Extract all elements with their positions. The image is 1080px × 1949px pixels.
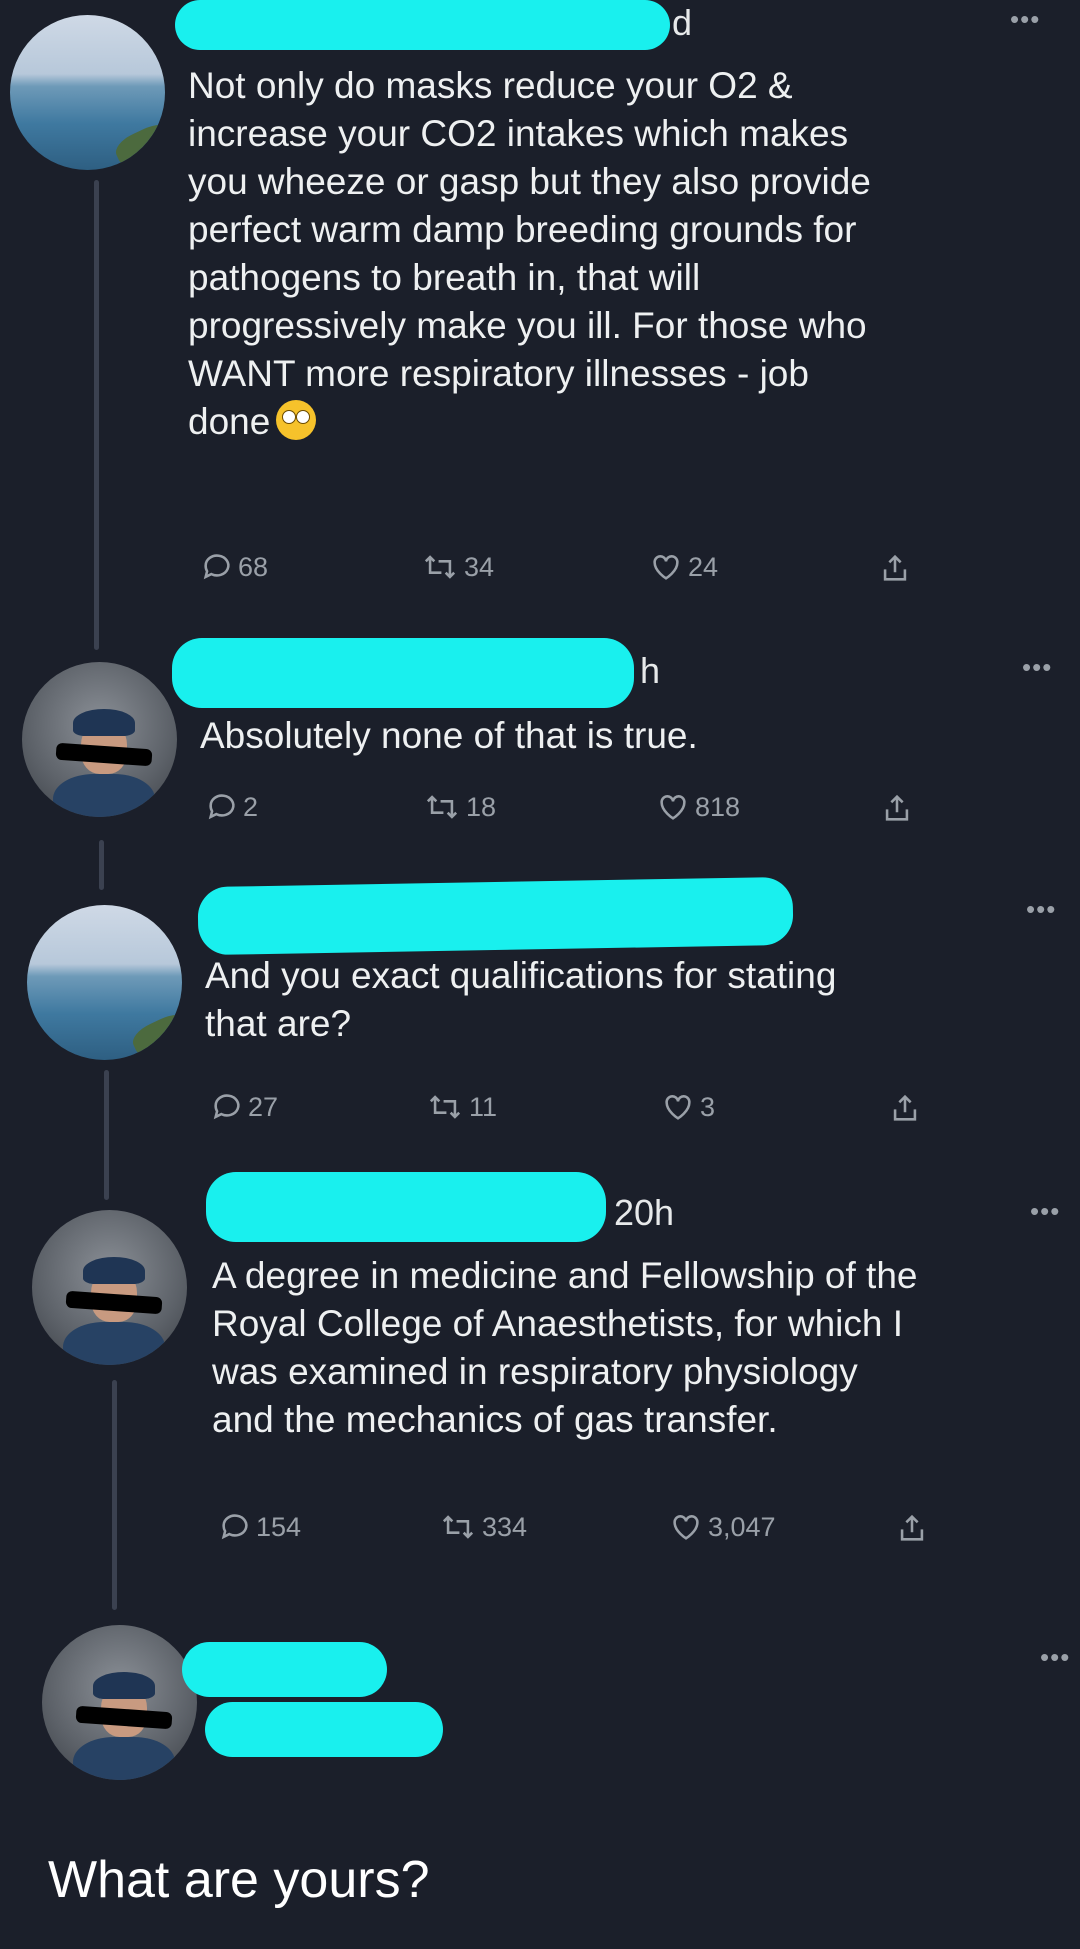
caption-text: What are yours? — [48, 1851, 430, 1909]
like-button[interactable]: 3 — [660, 1090, 715, 1124]
reply-button[interactable]: 154 — [218, 1510, 301, 1544]
retweet-icon — [429, 1095, 461, 1119]
avatar[interactable] — [32, 1210, 187, 1365]
redacted-eyes — [65, 1290, 163, 1315]
retweet-button[interactable]: 18 — [422, 790, 496, 824]
like-button[interactable]: 818 — [655, 790, 740, 824]
retweet-count: 11 — [469, 1091, 498, 1122]
share-button[interactable] — [880, 790, 918, 826]
retweet-count: 34 — [464, 551, 495, 582]
tweet-text: And you exact qualifications for stating… — [205, 955, 837, 1044]
more-options-icon[interactable]: ••• — [1040, 1642, 1070, 1673]
more-options-icon[interactable]: ••• — [1010, 4, 1040, 35]
retweet-button[interactable]: 34 — [420, 550, 494, 584]
reply-icon — [221, 1514, 248, 1540]
tweet-text: A degree in medicine and Fellowship of t… — [212, 1255, 918, 1440]
reply-count: 27 — [248, 1091, 279, 1122]
redacted-eyes — [55, 742, 153, 767]
retweet-icon — [426, 795, 458, 819]
reply-count: 68 — [238, 551, 269, 582]
share-icon — [893, 1094, 917, 1121]
retweet-count: 18 — [466, 791, 497, 822]
reply-count: 2 — [243, 791, 259, 822]
avatar[interactable] — [42, 1625, 197, 1780]
reply-button[interactable]: 2 — [205, 790, 258, 824]
heart-icon — [660, 795, 686, 820]
heart-icon — [653, 555, 679, 580]
avatar[interactable] — [27, 905, 182, 1060]
like-button[interactable]: 3,047 — [668, 1510, 776, 1544]
reply-count: 154 — [256, 1511, 302, 1542]
share-icon — [885, 794, 909, 821]
thread-line — [112, 1380, 117, 1610]
retweet-count: 334 — [482, 1511, 528, 1542]
share-button[interactable] — [878, 550, 916, 586]
like-button[interactable]: 24 — [648, 550, 718, 584]
thread-line — [99, 840, 104, 890]
redacted-username — [172, 638, 634, 708]
reply-button[interactable]: 27 — [210, 1090, 278, 1124]
more-options-icon[interactable]: ••• — [1022, 652, 1052, 683]
redacted-eyes — [75, 1705, 173, 1730]
rolling-eyes-emoji-icon — [276, 400, 317, 440]
reply-icon — [213, 1094, 240, 1120]
tweet-time: d — [672, 2, 693, 43]
reply-icon — [203, 554, 230, 580]
retweet-button[interactable]: 334 — [438, 1510, 527, 1544]
heart-icon — [665, 1095, 691, 1120]
more-options-icon[interactable]: ••• — [1026, 894, 1056, 925]
tweet-time: 20h — [614, 1192, 675, 1233]
redacted-username — [206, 1172, 606, 1242]
reply-icon — [208, 794, 235, 820]
redacted-username — [197, 876, 794, 956]
share-button[interactable] — [895, 1510, 933, 1546]
redacted-username — [182, 1642, 387, 1697]
retweet-icon — [442, 1515, 474, 1539]
like-count: 24 — [688, 551, 719, 582]
like-count: 818 — [695, 791, 741, 822]
more-options-icon[interactable]: ••• — [1030, 1196, 1060, 1227]
heart-icon — [673, 1515, 699, 1540]
avatar[interactable] — [10, 15, 165, 170]
redacted-username — [175, 0, 670, 50]
like-count: 3,047 — [708, 1511, 776, 1542]
tweet-text: Absolutely none of that is true. — [200, 715, 698, 756]
retweet-icon — [424, 555, 456, 579]
tweet-time: h — [640, 650, 661, 691]
redacted-handle — [205, 1702, 443, 1757]
share-icon — [883, 554, 907, 581]
like-count: 3 — [700, 1091, 716, 1122]
tweet-text: Not only do masks reduce your O2 & incre… — [188, 65, 871, 442]
reply-button[interactable]: 68 — [200, 550, 268, 584]
retweet-button[interactable]: 11 — [425, 1090, 497, 1124]
share-button[interactable] — [888, 1090, 926, 1126]
share-icon — [900, 1514, 924, 1541]
